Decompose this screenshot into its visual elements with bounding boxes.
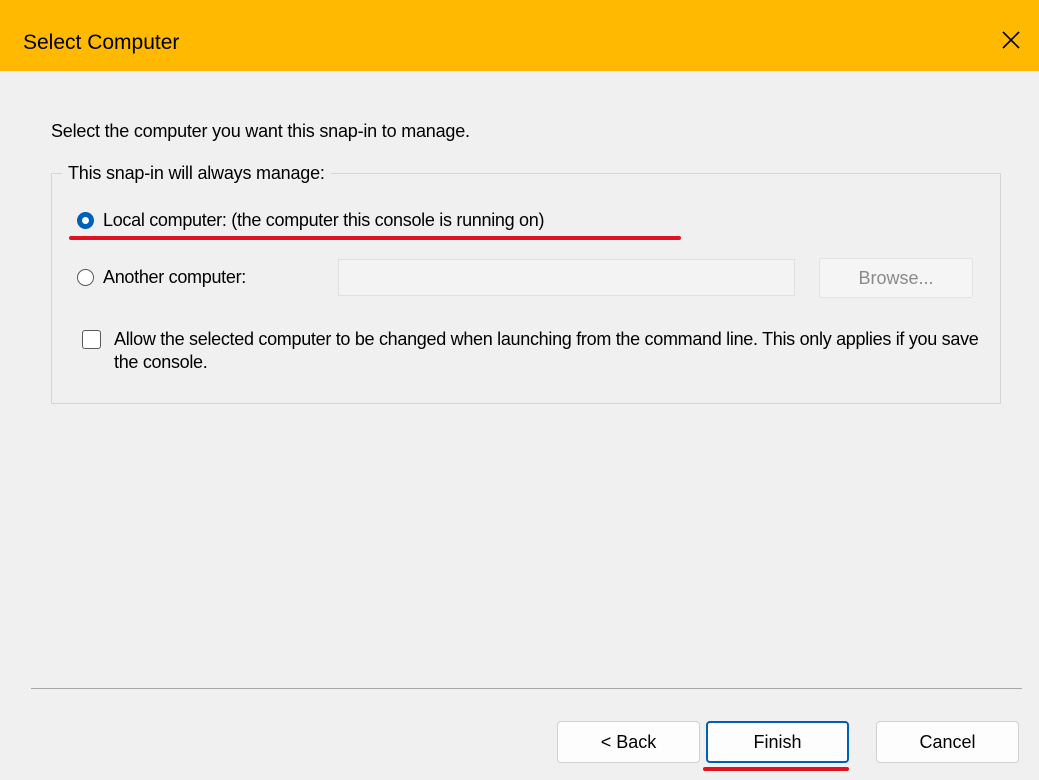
- title-bar: Select Computer: [0, 0, 1039, 71]
- annotation-underline-finish: [703, 767, 849, 771]
- allow-change-checkbox[interactable]: [82, 330, 101, 349]
- local-computer-option[interactable]: Local computer: (the computer this conso…: [77, 209, 544, 231]
- browse-button[interactable]: Browse...: [819, 258, 973, 298]
- annotation-underline-local: [69, 236, 681, 240]
- local-computer-label[interactable]: Local computer: (the computer this conso…: [103, 209, 544, 231]
- cancel-button[interactable]: Cancel: [876, 721, 1019, 763]
- intro-text: Select the computer you want this snap-i…: [51, 121, 470, 141]
- another-computer-input[interactable]: [338, 259, 795, 296]
- back-button[interactable]: < Back: [557, 721, 700, 763]
- another-computer-option[interactable]: Another computer:: [77, 266, 246, 288]
- allow-change-label[interactable]: Allow the selected computer to be change…: [114, 328, 994, 374]
- close-icon: [1002, 31, 1020, 49]
- another-computer-label[interactable]: Another computer:: [103, 266, 246, 288]
- local-computer-radio[interactable]: [77, 211, 94, 229]
- group-legend: This snap-in will always manage:: [62, 162, 331, 184]
- finish-button[interactable]: Finish: [706, 721, 849, 763]
- close-button[interactable]: [983, 12, 1039, 68]
- window-title: Select Computer: [23, 31, 180, 54]
- footer-divider: [31, 688, 1022, 689]
- another-computer-radio[interactable]: [77, 268, 94, 286]
